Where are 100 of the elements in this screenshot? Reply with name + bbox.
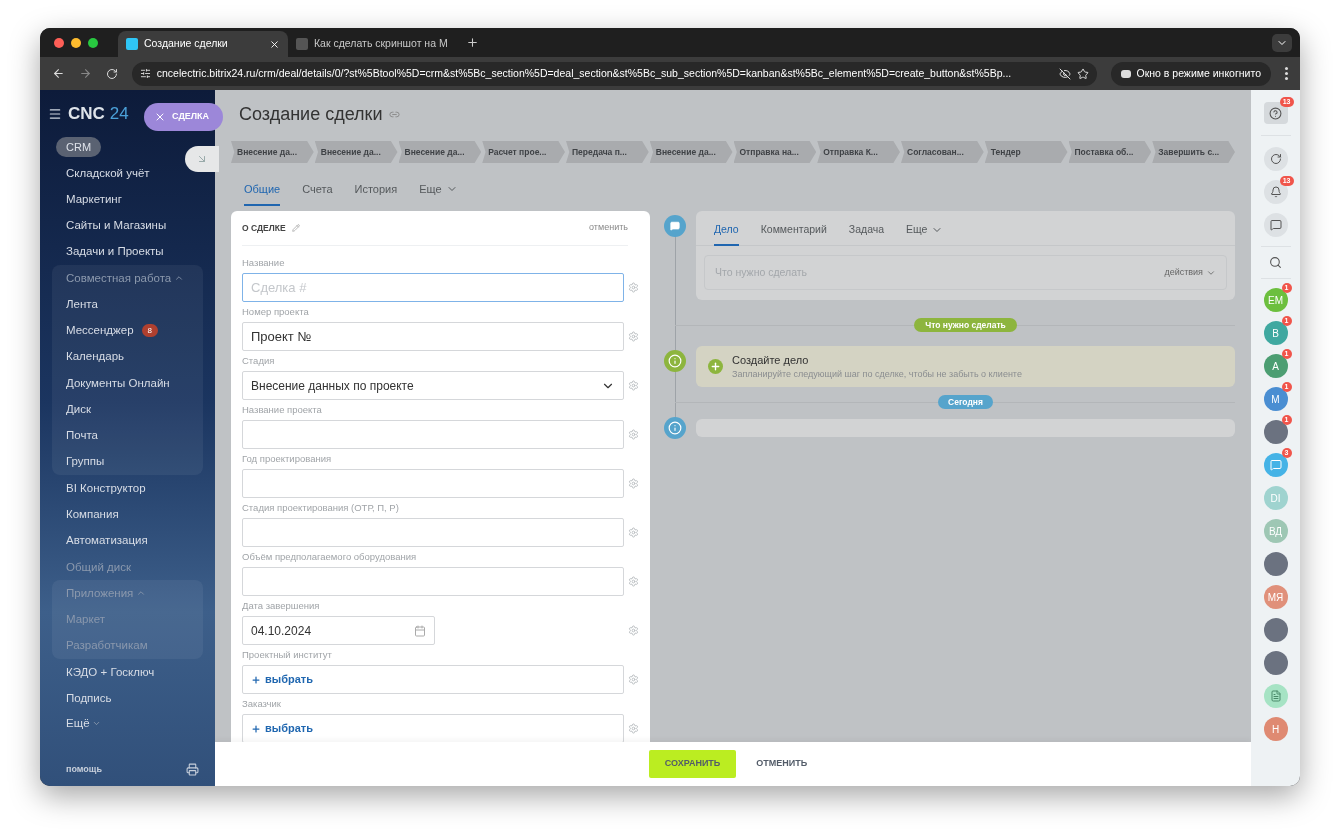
tab[interactable]: История bbox=[354, 181, 398, 206]
text-field[interactable] bbox=[242, 567, 624, 596]
reload-icon[interactable] bbox=[105, 67, 118, 80]
cancel-link[interactable]: отменить bbox=[589, 221, 628, 235]
text-field[interactable] bbox=[242, 518, 624, 547]
stage-step[interactable]: Расчет прое... bbox=[482, 141, 565, 163]
printer-icon[interactable] bbox=[186, 762, 199, 776]
stage-step[interactable]: Поставка об... bbox=[1068, 141, 1152, 163]
field-label: Стадия проектирования (ОТР, П, Р) bbox=[242, 501, 400, 515]
site-settings-icon[interactable] bbox=[139, 68, 151, 79]
browser-tab[interactable]: Создание сделки bbox=[118, 31, 288, 57]
stage-step[interactable]: Внесение да... bbox=[314, 141, 398, 163]
refresh-icon bbox=[1269, 153, 1282, 165]
save-button[interactable]: СОХРАНИТЬ bbox=[648, 750, 737, 778]
stage-step[interactable]: Внесение да... bbox=[398, 141, 482, 163]
photo-placeholder[interactable] bbox=[1263, 651, 1288, 675]
contact-avatar[interactable]: МЯ bbox=[1263, 585, 1288, 609]
select-link[interactable]: выбрать bbox=[265, 722, 313, 735]
tab[interactable]: Задача bbox=[848, 222, 885, 246]
sidebar-item[interactable]: Маркетинг bbox=[66, 190, 122, 209]
text-field[interactable] bbox=[242, 420, 624, 449]
page-title: Создание сделки bbox=[239, 102, 383, 126]
cancel-button[interactable]: ОТМЕНИТЬ bbox=[746, 750, 818, 778]
sidebar-item[interactable]: Общий диск bbox=[66, 558, 131, 576]
minimize-window-icon[interactable] bbox=[71, 37, 81, 48]
browser-tab[interactable]: Как сделать скриншот на М bbox=[288, 31, 458, 57]
stage-step[interactable]: Отправка на... bbox=[733, 141, 817, 163]
document-avatar[interactable] bbox=[1263, 684, 1288, 708]
sidebar-item[interactable]: Сайты и Магазины bbox=[66, 217, 167, 235]
select-field[interactable]: Внесение данных по проекте bbox=[242, 371, 624, 400]
sidebar-item[interactable]: Складской учёт bbox=[66, 164, 150, 182]
sidebar-item[interactable]: Группы bbox=[66, 453, 105, 471]
help-link[interactable]: помощь bbox=[66, 762, 102, 776]
tab[interactable]: Дело bbox=[714, 222, 739, 246]
logo: CNC 24 bbox=[68, 103, 129, 126]
stage-step[interactable]: Завершить с... bbox=[1152, 141, 1235, 163]
section-title: О СДЕЛКЕ bbox=[242, 221, 286, 235]
sidebar-item[interactable]: Задачи и Проекты bbox=[66, 243, 164, 261]
bookmark-icon[interactable] bbox=[1076, 67, 1089, 80]
incognito-button[interactable]: Окно в режиме инкогнито bbox=[1110, 61, 1271, 86]
menu-icon[interactable] bbox=[1285, 67, 1288, 80]
activity-stream-button[interactable] bbox=[1263, 147, 1288, 171]
close-slider-button[interactable]: СДЕЛКА bbox=[144, 103, 224, 131]
photo-placeholder[interactable] bbox=[1263, 420, 1288, 444]
text-field[interactable]: Сделка # bbox=[242, 273, 624, 302]
tab-list-button[interactable] bbox=[1272, 33, 1292, 52]
chats-button[interactable] bbox=[1263, 213, 1288, 237]
stage-step[interactable]: Отправка К... bbox=[817, 141, 900, 163]
tab[interactable]: Еще bbox=[906, 222, 944, 246]
sidebar-item[interactable]: Календарь bbox=[66, 348, 125, 366]
group-header[interactable]: Совместная работа bbox=[66, 269, 172, 287]
sidebar-item[interactable]: BI Конструктор bbox=[66, 479, 146, 498]
sidebar-item[interactable]: Мессенджер bbox=[66, 322, 134, 340]
stage-step[interactable]: Внесение да... bbox=[231, 141, 314, 163]
stage-step[interactable]: Передача п... bbox=[566, 141, 649, 163]
sidebar-item[interactable]: Подпись bbox=[66, 689, 112, 708]
forward-icon[interactable] bbox=[78, 67, 92, 80]
arrow-icon bbox=[196, 153, 208, 165]
sidebar-item[interactable]: Автоматизация bbox=[66, 532, 148, 550]
prompt-title: Создайте дело bbox=[732, 352, 810, 368]
text-field[interactable] bbox=[242, 469, 624, 498]
sidebar-item[interactable]: Компания bbox=[66, 506, 119, 524]
photo-placeholder[interactable] bbox=[1263, 552, 1288, 576]
contact-avatar[interactable]: Н bbox=[1263, 717, 1288, 741]
menu-icon[interactable] bbox=[48, 107, 62, 121]
notifications-button[interactable] bbox=[1263, 180, 1288, 204]
tab[interactable]: Общие bbox=[244, 181, 281, 206]
actions-dropdown[interactable]: действия bbox=[1164, 265, 1216, 280]
date-field[interactable]: 04.10.2024 bbox=[242, 616, 435, 645]
back-icon[interactable] bbox=[52, 67, 65, 80]
address-bar[interactable]: cncelectric.bitrix24.ru/crm/deal/details/0/?st%5Btool%5D=crm&st%5Bc_section%5D=deal_section&st%5Bc_sub_section%5D=kanban&st%5Bc_element%5D=create_button&st%5Bp... bbox=[131, 61, 1097, 86]
sidebar-item[interactable]: Почта bbox=[66, 427, 98, 445]
new-tab-icon[interactable] bbox=[466, 36, 479, 49]
sidebar-item[interactable]: Диск bbox=[66, 400, 91, 419]
help-button[interactable] bbox=[1263, 102, 1288, 124]
sidebar-item[interactable]: КЭДО + Госключ bbox=[66, 663, 155, 681]
search-icon[interactable] bbox=[1269, 256, 1282, 269]
tab[interactable]: Еще bbox=[419, 181, 458, 206]
create-activity-card[interactable]: Создайте дело Запланируйте следующий шаг по сделке, чтобы не забыть о клиенте bbox=[696, 346, 1235, 387]
tab[interactable]: Счета bbox=[302, 181, 333, 206]
close-window-icon[interactable] bbox=[54, 37, 64, 48]
sidebar-item[interactable]: Документы Онлайн bbox=[66, 374, 170, 392]
sidebar-item[interactable]: Ещё bbox=[66, 715, 90, 733]
crm-pill[interactable]: CRM bbox=[56, 136, 102, 158]
sidebar-item[interactable]: Лента bbox=[66, 295, 98, 313]
help-icon bbox=[1269, 106, 1282, 120]
close-tab-icon[interactable] bbox=[269, 38, 280, 50]
photo-placeholder[interactable] bbox=[1263, 618, 1288, 642]
maximize-window-icon[interactable] bbox=[88, 37, 98, 48]
eye-off-icon[interactable] bbox=[1058, 67, 1071, 80]
select-link[interactable]: выбрать bbox=[265, 673, 313, 686]
stage-step[interactable]: Тендер bbox=[984, 141, 1068, 163]
collapse-button[interactable] bbox=[185, 146, 219, 172]
chat-avatar[interactable] bbox=[1263, 453, 1288, 477]
stage-step[interactable]: Внесение да... bbox=[649, 141, 733, 163]
stage-step[interactable]: Согласован... bbox=[901, 141, 984, 163]
speech-bubble-icon bbox=[670, 221, 680, 231]
text-field[interactable]: Проект № bbox=[242, 322, 624, 351]
plus-icon bbox=[251, 723, 261, 734]
tab[interactable]: Комментарий bbox=[760, 222, 827, 246]
